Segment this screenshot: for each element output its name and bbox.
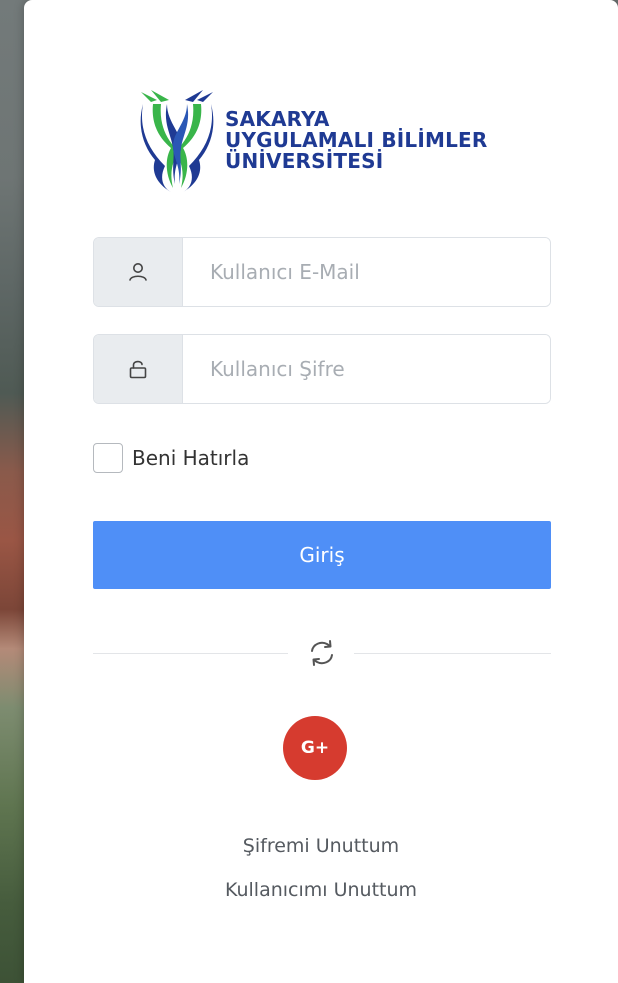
login-card: SAKARYA UYGULAMALI BİLİMLER ÜNİVERSİTESİ… bbox=[24, 0, 618, 983]
user-icon bbox=[129, 263, 147, 281]
google-plus-login-button[interactable]: G+ bbox=[283, 716, 347, 780]
password-field-group bbox=[93, 334, 551, 404]
unlock-icon bbox=[129, 360, 147, 379]
remember-label: Beni Hatırla bbox=[132, 446, 250, 470]
password-addon bbox=[94, 335, 183, 403]
forgot-username-link[interactable]: Kullanıcımı Unuttum bbox=[24, 879, 618, 901]
remember-me: Beni Hatırla bbox=[93, 443, 249, 473]
logo-line-2: UYGULAMALI BİLİMLER bbox=[225, 127, 488, 152]
university-logo: SAKARYA UYGULAMALI BİLİMLER ÜNİVERSİTESİ bbox=[137, 88, 488, 192]
divider-right bbox=[354, 653, 551, 654]
password-input[interactable] bbox=[183, 335, 550, 403]
remember-checkbox[interactable] bbox=[93, 443, 123, 473]
logo-line-1: SAKARYA bbox=[225, 106, 330, 131]
login-button[interactable]: Giriş bbox=[93, 521, 551, 589]
google-plus-icon: G+ bbox=[300, 738, 330, 758]
divider-left bbox=[93, 653, 288, 654]
refresh-icon bbox=[311, 640, 333, 666]
university-name: SAKARYA UYGULAMALI BİLİMLER ÜNİVERSİTESİ bbox=[225, 106, 488, 173]
university-emblem-icon bbox=[140, 90, 214, 192]
email-input[interactable] bbox=[183, 238, 550, 306]
refresh-button[interactable] bbox=[304, 635, 340, 671]
forgot-password-link[interactable]: Şifremi Unuttum bbox=[24, 835, 618, 857]
logo-line-3: ÜNİVERSİTESİ bbox=[225, 148, 384, 173]
email-field-group bbox=[93, 237, 551, 307]
email-addon bbox=[94, 238, 183, 306]
